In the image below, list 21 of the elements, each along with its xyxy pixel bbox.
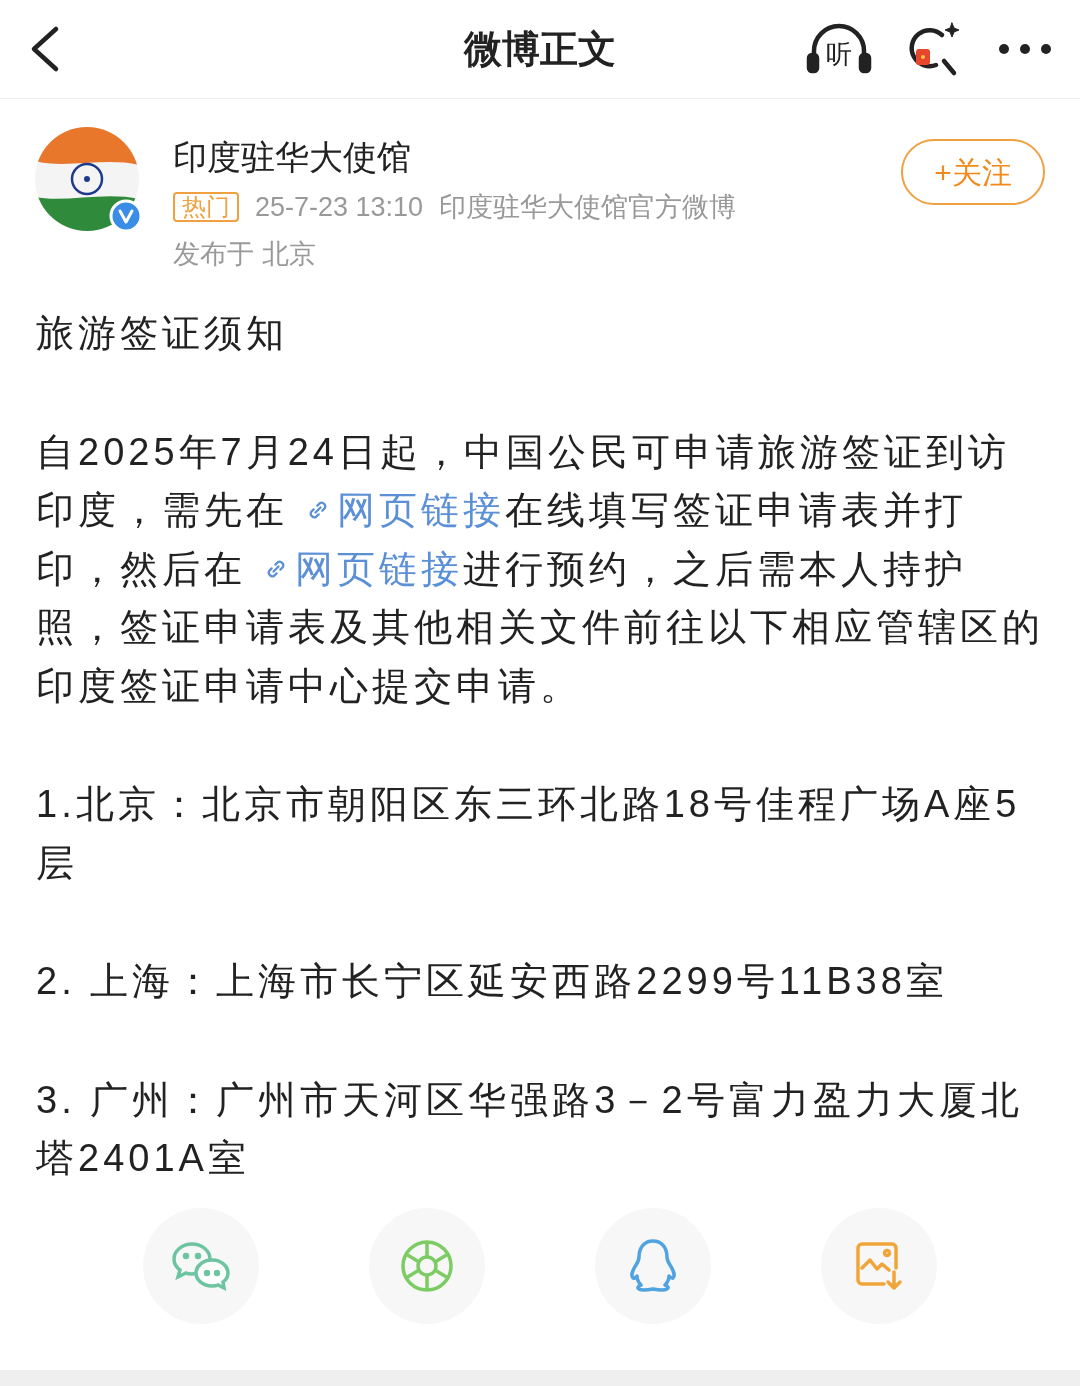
penguin-icon [628, 1238, 678, 1294]
aperture-icon [400, 1239, 454, 1293]
page-title: 微博正文 [464, 26, 616, 72]
follow-button[interactable]: +关注 [901, 139, 1045, 205]
post-location: 发布于 北京 [173, 237, 317, 271]
post-paragraph: 旅游签证须知 [36, 311, 289, 356]
post-paragraph: 2. 上海：上海市长宁区延安西路2299号11B38室 [36, 959, 949, 1004]
post-time: 25-7-23 13:10 [255, 191, 424, 224]
chat-bubbles-icon [170, 1240, 232, 1292]
search-icon[interactable] [908, 21, 962, 77]
listen-button[interactable]: 听 [806, 21, 872, 77]
author-name[interactable]: 印度驻华大使馆 [173, 135, 901, 179]
post-paragraph: 3. 广州：广州市天河区华强路3－2号富力盈力大厦北塔2401A室 [36, 1077, 1024, 1181]
image-download-icon [854, 1240, 904, 1292]
more-icon[interactable] [998, 43, 1052, 55]
post-paragraph: 自2025年7月24日起，中国公民可申请旅游签证到访印度，需先在 网页链接在线填写签证申请表并打印，然后在 网页链接进行预约，之后需本人持护照，签证申请表及其他相关文件前往以下相应管辖区的印度签证申请中心提交申请。 [36, 429, 1044, 709]
web-link[interactable]: 网页链接 [302, 489, 505, 531]
hot-tag: 热门 [173, 192, 239, 223]
post-paragraph: 1.北京：北京市朝阳区东三环北路18号佳程广场A座5层 [36, 782, 1022, 886]
post-source: 印度驻华大使馆官方微博 [439, 191, 737, 224]
web-link[interactable]: 网页链接 [260, 547, 463, 590]
